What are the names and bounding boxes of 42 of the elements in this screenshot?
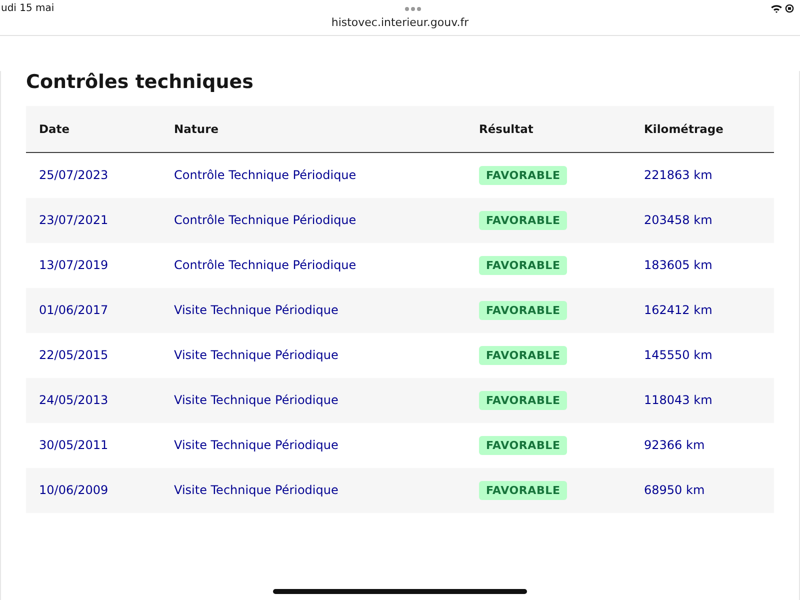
nature-cell: Visite Technique Périodique (161, 468, 466, 512)
date-cell: 01/06/2017 (26, 288, 161, 332)
mileage-cell: 145550 km (631, 332, 774, 378)
status-date: udi 15 mai (1, 3, 54, 14)
section-title: Contrôles techniques (26, 71, 254, 93)
result-badge: FAVORABLE (479, 390, 568, 410)
nature-cell: Visite Technique Périodique (161, 378, 466, 422)
result-badge: FAVORABLE (479, 346, 568, 364)
mileage-cell: 92366 km (631, 422, 774, 468)
column-header: Date (26, 106, 161, 152)
date-cell: 25/07/2023 (26, 152, 161, 198)
more-icon[interactable] (404, 6, 422, 12)
date-cell: 13/07/2019 (26, 242, 161, 288)
nature-cell: Contrôle Technique Périodique (161, 152, 466, 198)
mileage-cell: 203458 km (631, 198, 774, 242)
mileage-cell: 221863 km (631, 152, 774, 198)
mileage-cell: 162412 km (631, 288, 774, 332)
nature-cell: Visite Technique Périodique (161, 422, 466, 468)
result-badge: FAVORABLE (479, 256, 568, 274)
nature-cell: Visite Technique Périodique (161, 332, 466, 378)
nature-cell: Contrôle Technique Périodique (161, 242, 466, 288)
date-cell: 23/07/2021 (26, 198, 161, 242)
result-badge: FAVORABLE (479, 300, 568, 320)
wifi-icon (770, 4, 782, 13)
result-badge: FAVORABLE (479, 210, 568, 230)
result-badge: FAVORABLE (479, 166, 568, 185)
column-header: Résultat (466, 106, 631, 152)
column-header: Kilométrage (631, 106, 774, 152)
nature-cell: Contrôle Technique Périodique (161, 198, 466, 242)
date-cell: 10/06/2009 (26, 468, 161, 512)
date-cell: 24/05/2013 (26, 378, 161, 422)
url-text[interactable]: histovec.interieur.gouv.fr (331, 16, 469, 29)
date-cell: 30/05/2011 (26, 422, 161, 468)
mileage-cell: 118043 km (631, 378, 774, 422)
rotation-lock-icon (784, 4, 794, 13)
mileage-cell: 183605 km (631, 242, 774, 288)
result-badge: FAVORABLE (479, 480, 568, 500)
mileage-cell: 68950 km (631, 468, 774, 512)
result-badge: FAVORABLE (479, 436, 568, 454)
nature-cell: Visite Technique Périodique (161, 288, 466, 332)
date-cell: 22/05/2015 (26, 332, 161, 378)
column-header: Nature (161, 106, 466, 152)
